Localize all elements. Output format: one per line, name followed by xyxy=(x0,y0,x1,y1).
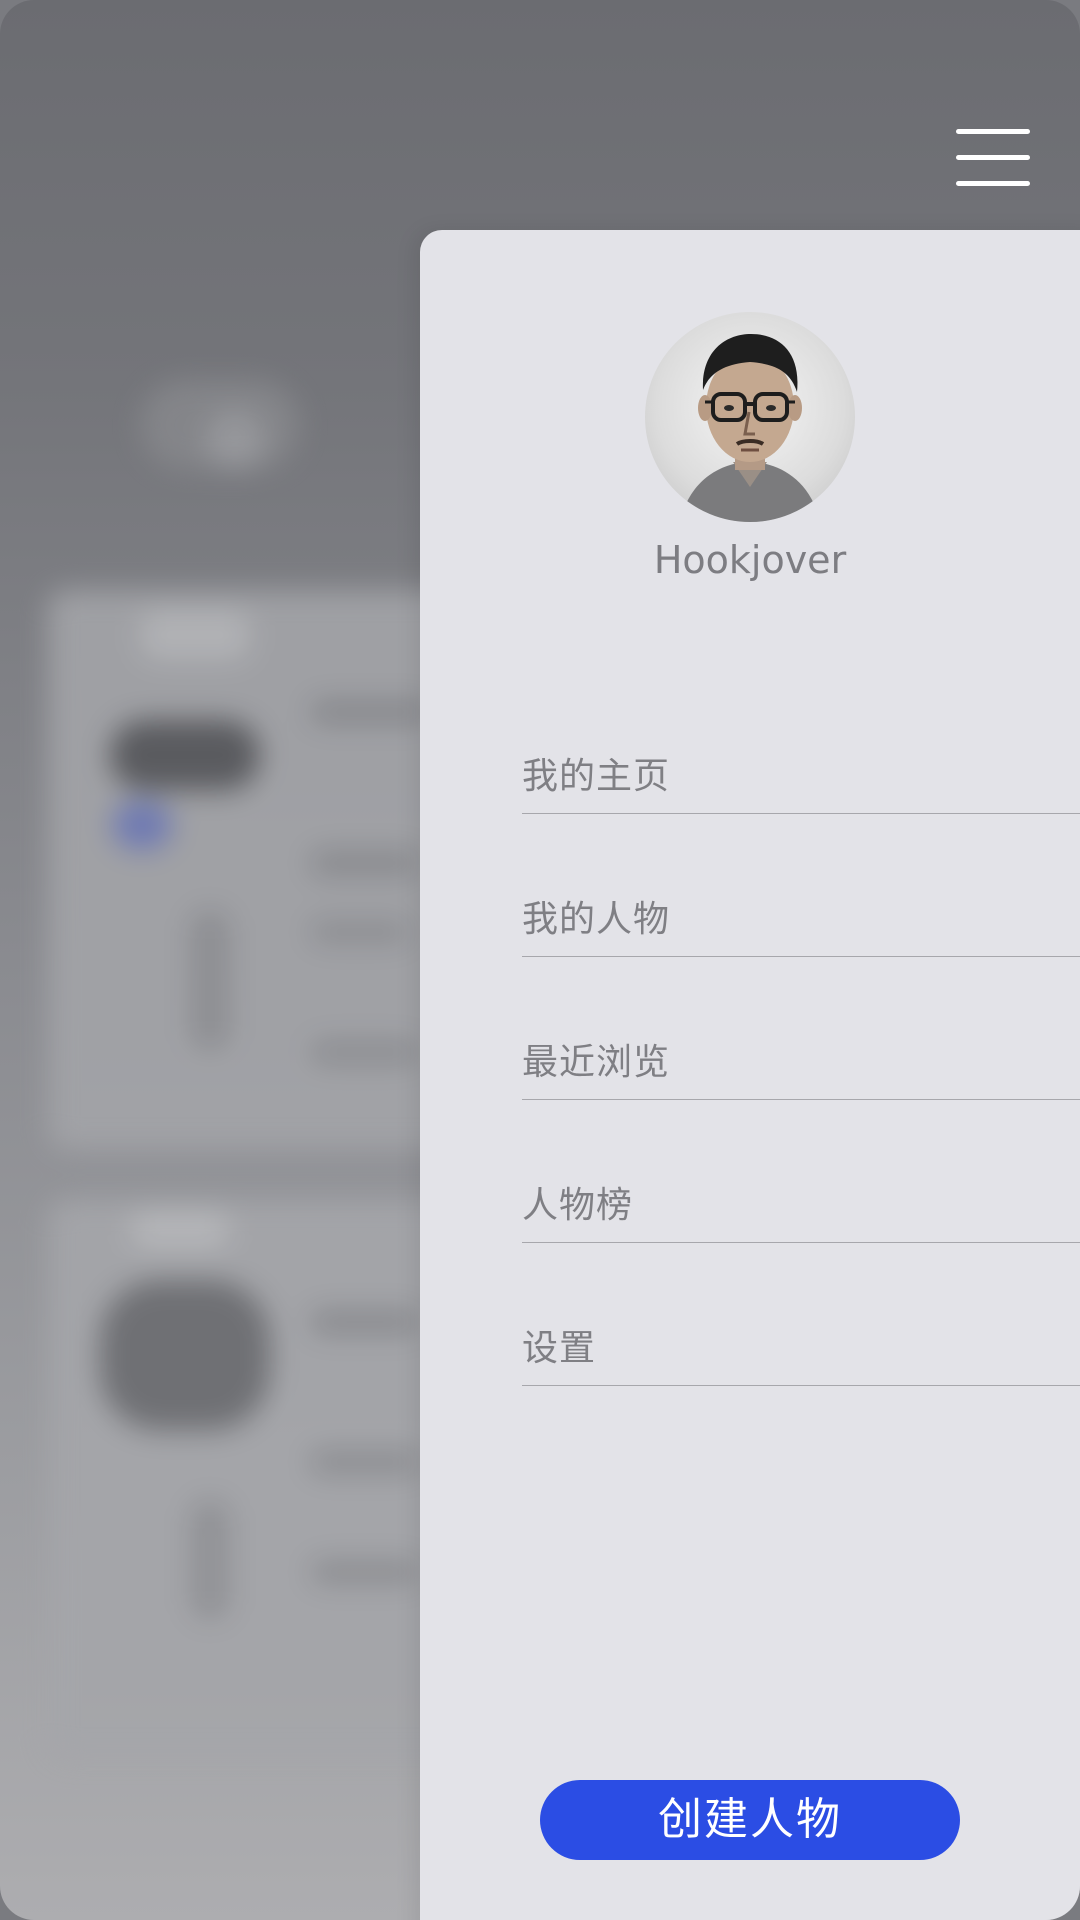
avatar-portrait-icon xyxy=(680,334,820,522)
app-screen: Hookjover 我的主页 我的人物 最近浏览 人物榜 设置 创建人物 xyxy=(0,0,1080,1920)
menu-item-label: 最近浏览 xyxy=(522,1042,671,1083)
side-drawer: Hookjover 我的主页 我的人物 最近浏览 人物榜 设置 创建人物 xyxy=(420,230,1080,1920)
username-label: Hookjover xyxy=(653,538,847,582)
menu-item-settings[interactable]: 设置 xyxy=(522,1244,1080,1386)
create-character-button[interactable]: 创建人物 xyxy=(540,1780,960,1860)
menu-item-recently-viewed[interactable]: 最近浏览 xyxy=(522,958,1080,1100)
menu-item-label: 人物榜 xyxy=(522,1185,634,1226)
menu-item-label: 我的主页 xyxy=(522,756,671,797)
menu-item-my-characters[interactable]: 我的人物 xyxy=(522,815,1080,957)
drawer-menu: 我的主页 我的人物 最近浏览 人物榜 设置 xyxy=(522,670,1080,1386)
menu-toggle-button[interactable] xyxy=(952,124,1030,188)
menu-item-label: 设置 xyxy=(522,1328,597,1369)
menu-item-character-ranking[interactable]: 人物榜 xyxy=(522,1101,1080,1243)
menu-item-label: 我的人物 xyxy=(522,899,671,940)
user-avatar[interactable] xyxy=(645,312,855,522)
menu-item-my-homepage[interactable]: 我的主页 xyxy=(522,670,1080,814)
